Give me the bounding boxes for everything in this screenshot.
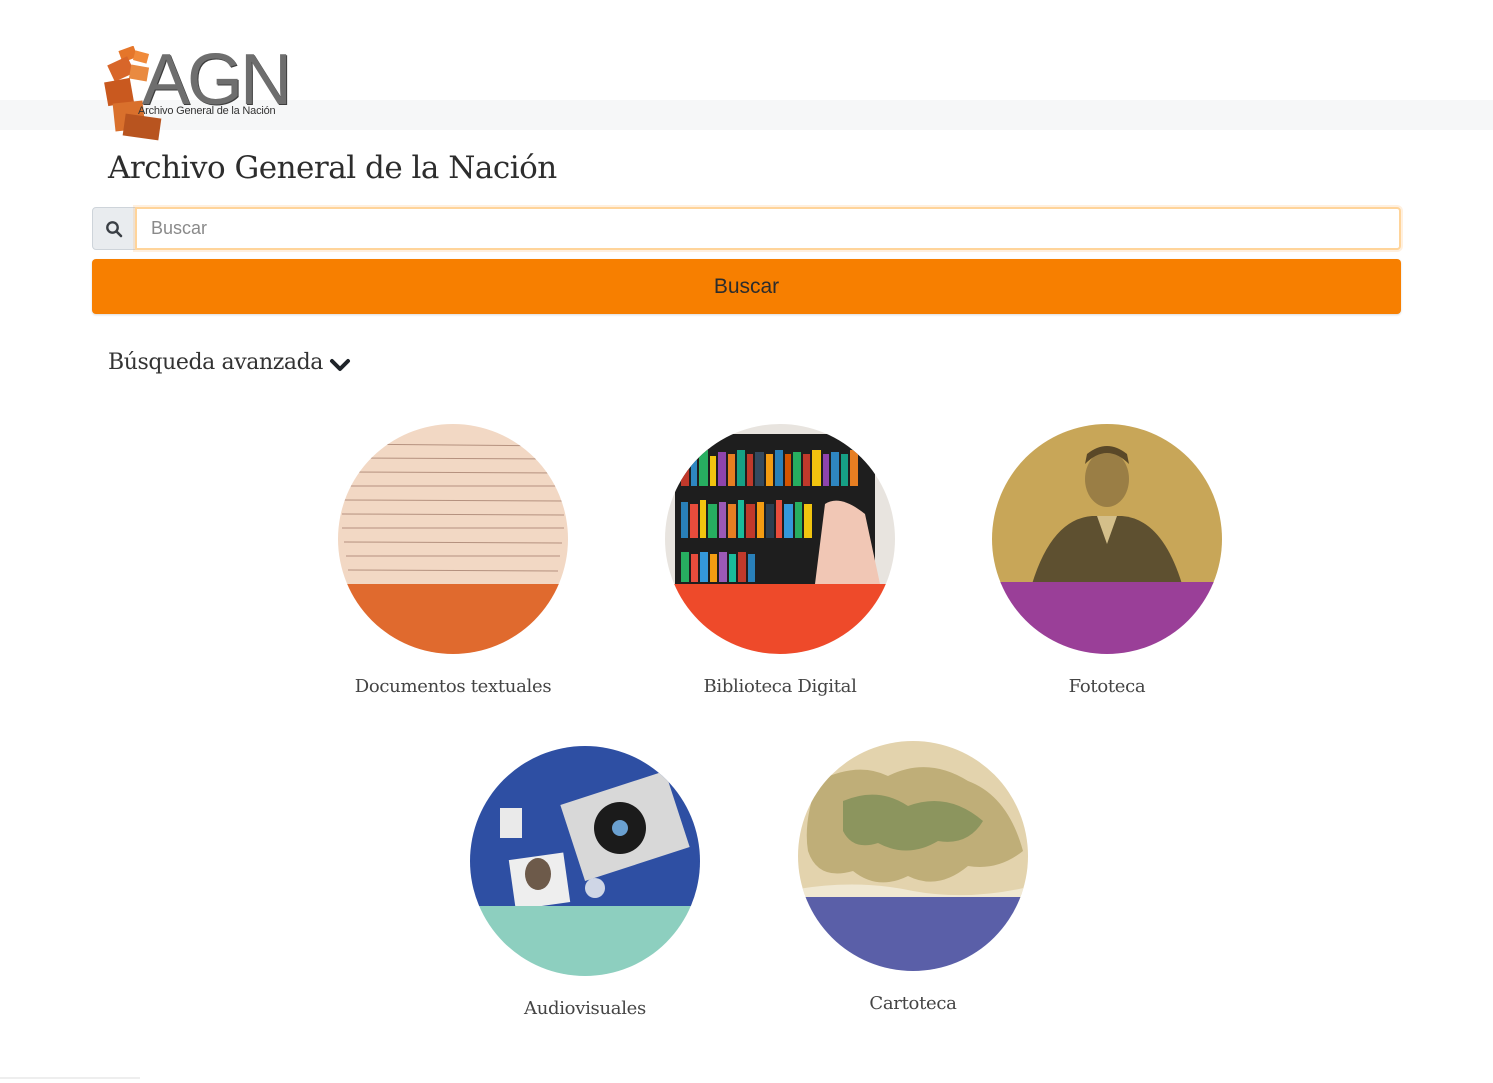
chevron-down-icon [330, 358, 351, 371]
collection-label: Audiovisuales [524, 998, 646, 1019]
page-title: Archivo General de la Nación [108, 150, 557, 186]
search-input[interactable] [135, 207, 1401, 250]
collection-band [992, 582, 1222, 654]
collection-documentos-textuales[interactable]: Documentos textuales [338, 424, 568, 697]
search-icon [106, 220, 123, 237]
advanced-search-label: Búsqueda avanzada [108, 350, 324, 375]
collection-label: Biblioteca Digital [703, 676, 857, 697]
collection-band [665, 584, 895, 654]
collection-image [470, 746, 700, 976]
collection-image [992, 424, 1222, 654]
collection-label: Fototeca [1068, 676, 1146, 697]
collection-band [470, 906, 700, 976]
search-bar [92, 207, 1401, 250]
advanced-search-toggle[interactable]: Búsqueda avanzada [108, 350, 351, 375]
agn-logo[interactable]: AGN Archivo General de la Nación [104, 44, 294, 142]
collection-biblioteca-digital[interactable]: Biblioteca Digital [665, 424, 895, 697]
collection-image [665, 424, 895, 654]
search-addon [92, 207, 136, 250]
collection-band [798, 897, 1028, 971]
collection-image [338, 424, 568, 654]
collection-label: Documentos textuales [354, 676, 552, 697]
collection-cartoteca[interactable]: Cartoteca [798, 741, 1028, 1014]
collection-audiovisuales[interactable]: Audiovisuales [470, 746, 700, 1019]
footer-divider [0, 1077, 140, 1079]
collection-image [798, 741, 1028, 971]
logo-subtitle: Archivo General de la Nación [138, 105, 276, 117]
collection-band [338, 584, 568, 654]
collection-label: Cartoteca [869, 993, 957, 1014]
collection-fototeca[interactable]: Fototeca [992, 424, 1222, 697]
search-button[interactable]: Buscar [92, 259, 1401, 314]
